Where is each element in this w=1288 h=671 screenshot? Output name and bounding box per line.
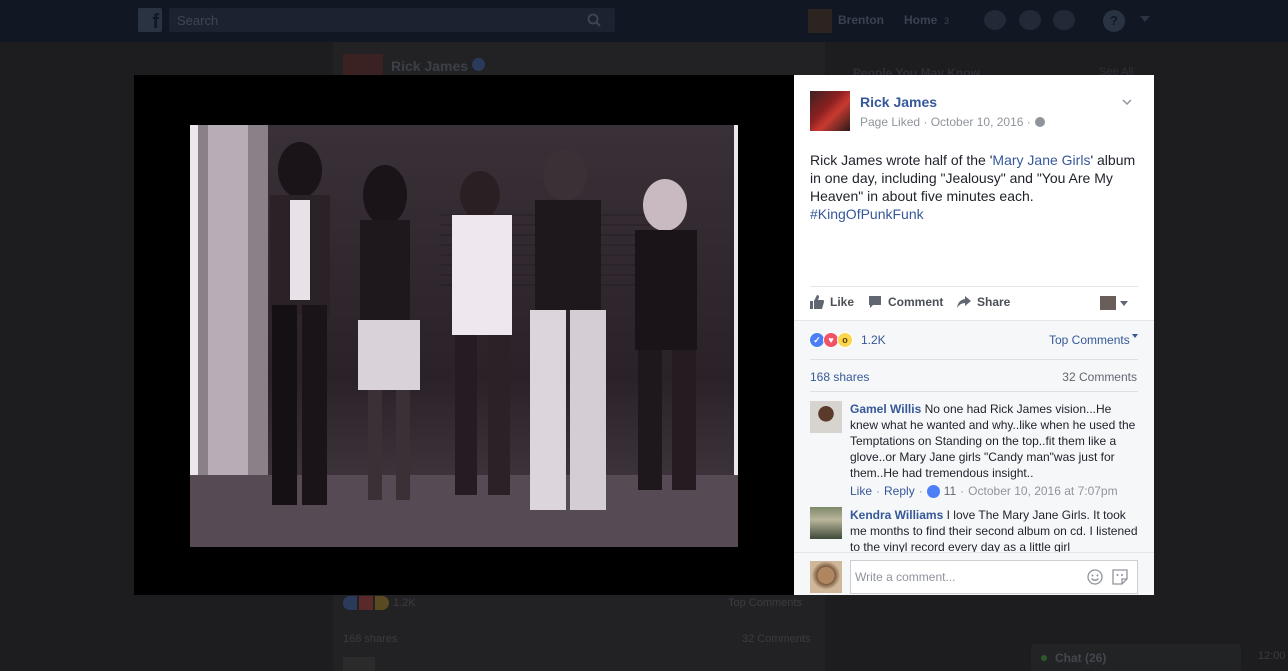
feedback-section: ✓ ♥ o 1.2K Top Comments 168 shares 32 Co…	[794, 320, 1154, 595]
comments-count: 32 Comments	[1062, 370, 1137, 384]
home-link[interactable]: Home	[904, 13, 937, 27]
globe-icon	[1034, 117, 1045, 127]
share-button[interactable]: Share	[957, 295, 1010, 309]
thumbs-up-icon	[810, 295, 824, 309]
background-post-author: Rick James	[391, 58, 469, 74]
comment-like-link[interactable]: Like	[850, 483, 872, 499]
search-box	[169, 8, 615, 32]
post-as-avatar	[1100, 296, 1116, 310]
share-arrow-icon	[957, 296, 971, 308]
divider	[810, 391, 1138, 392]
post-meta: Page Liked · October 10, 2016 ·	[860, 115, 1045, 129]
caret-down-icon	[1131, 334, 1138, 338]
online-status-icon	[1041, 655, 1047, 661]
comment-body: Gamel Willis No one had Rick James visio…	[850, 401, 1140, 499]
commenter-name-link[interactable]: Gamel Willis	[850, 402, 921, 416]
top-comments-dropdown[interactable]: Top Comments	[1049, 333, 1138, 347]
chat-bar[interactable]: Chat (26)	[1031, 644, 1241, 671]
comment-actions: Like · Reply · 11 · October 10, 2016 at 7:0…	[850, 483, 1118, 499]
comment-composer	[794, 552, 1154, 595]
clock-text: 12:00	[1258, 650, 1286, 662]
reactions-count[interactable]: 1.2K	[861, 333, 886, 347]
commenter-avatar[interactable]	[810, 401, 842, 433]
user-name-link[interactable]: Brenton	[838, 13, 884, 27]
search-input[interactable]	[169, 8, 579, 32]
emoji-icon[interactable]	[1087, 569, 1103, 585]
post-as-selector[interactable]	[1100, 296, 1128, 310]
background-top-comments: Top Comments	[728, 597, 802, 609]
facebook-logo-icon[interactable]: f	[138, 8, 162, 33]
share-label: Share	[977, 295, 1011, 309]
comment-like-count[interactable]: 11	[944, 483, 956, 499]
like-label: Like	[830, 295, 855, 309]
search-icon[interactable]	[587, 13, 601, 27]
comment-bubble-icon	[869, 296, 881, 308]
reactions-summary[interactable]: ✓ ♥ o 1.2K	[809, 332, 886, 348]
account-menu-caret-icon[interactable]	[1140, 16, 1150, 22]
page-avatar[interactable]	[810, 91, 850, 131]
home-count-badge: 3	[944, 16, 950, 26]
post-photo[interactable]	[190, 125, 738, 547]
background-reactions: 1.2K	[343, 596, 416, 610]
background-comment-avatar	[343, 657, 375, 671]
commenter-name-link[interactable]: Kendra Williams	[850, 508, 943, 522]
chat-label: Chat (26)	[1055, 651, 1107, 665]
chevron-down-icon[interactable]	[1122, 97, 1132, 107]
comment-box	[850, 560, 1138, 594]
hashtag-link[interactable]: #KingOfPunkFunk	[810, 206, 924, 222]
post-actions-bar: Like Comment Share	[810, 286, 1138, 320]
comment-body: Kendra Williams I love The Mary Jane Gir…	[850, 507, 1140, 555]
mary-jane-girls-link[interactable]: Mary Jane Girls	[992, 152, 1090, 168]
like-reaction-icon	[926, 484, 940, 498]
friend-requests-icon[interactable]	[984, 10, 1006, 30]
help-icon[interactable]: ?	[1103, 10, 1125, 32]
like-button[interactable]: Like	[810, 295, 854, 309]
comment-input[interactable]	[851, 561, 1071, 593]
background-comments-count: 32 Comments	[742, 633, 811, 645]
comment-label: Comment	[888, 295, 944, 309]
post-date-link[interactable]: October 10, 2016	[931, 115, 1024, 129]
band-photo-image	[190, 125, 738, 547]
top-navigation-bar: f Brenton Home 3 ?	[0, 0, 1288, 42]
shares-link[interactable]: 168 shares	[810, 370, 869, 384]
page-liked-label: Page Liked	[860, 115, 921, 129]
wow-reaction-icon: o	[837, 332, 853, 348]
verified-badge-icon	[472, 58, 485, 71]
photo-theater[interactable]	[134, 75, 794, 595]
sticker-icon[interactable]	[1112, 569, 1128, 585]
post-text: Rick James wrote half of the 'Mary Jane …	[810, 152, 1136, 222]
notifications-globe-icon[interactable]	[1053, 10, 1075, 30]
caret-down-icon	[1120, 300, 1128, 306]
commenter-avatar[interactable]	[810, 507, 842, 539]
current-user-avatar	[810, 561, 842, 593]
divider	[810, 359, 1138, 360]
messages-icon[interactable]	[1019, 10, 1041, 30]
user-avatar[interactable]	[808, 9, 832, 33]
comment-reply-link[interactable]: Reply	[884, 483, 915, 499]
comment-timestamp[interactable]: October 10, 2016 at 7:07pm	[968, 483, 1117, 499]
page-name-link[interactable]: Rick James	[860, 94, 937, 110]
background-shares: 168 shares	[343, 633, 398, 645]
comment-button[interactable]: Comment	[868, 295, 943, 309]
background-post-avatar	[343, 54, 383, 76]
photo-side-panel: Rick James Page Liked · October 10, 2016…	[794, 75, 1154, 595]
